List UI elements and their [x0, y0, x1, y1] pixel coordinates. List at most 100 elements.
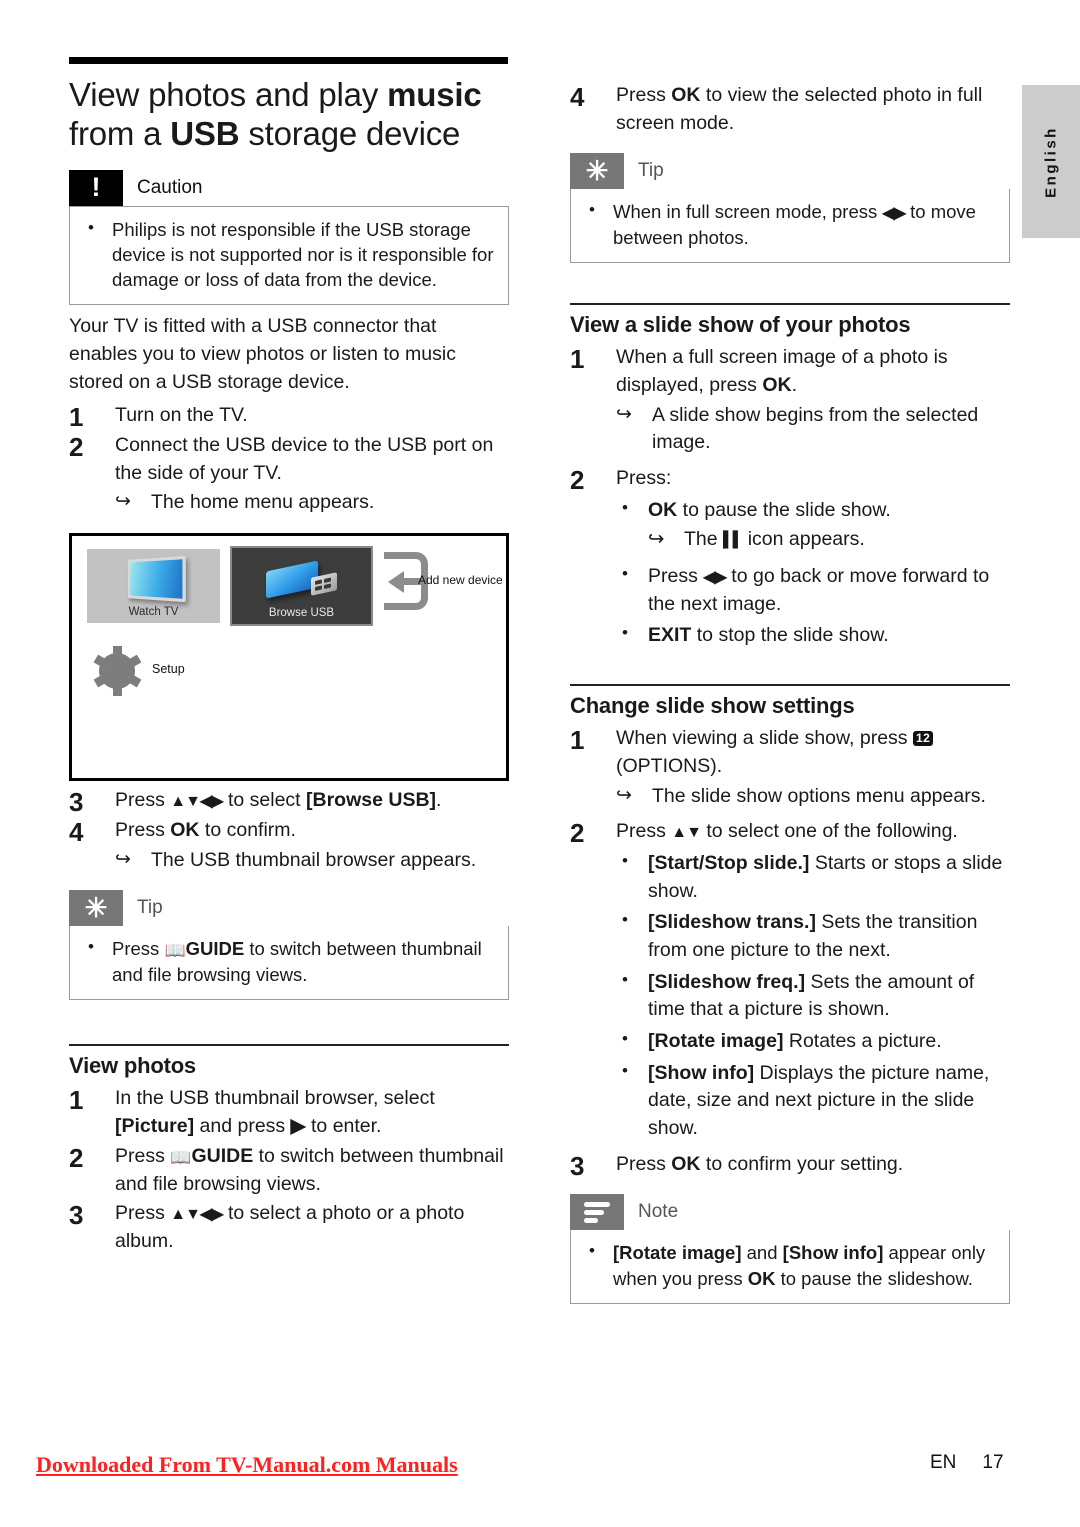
asterisk-icon: ✳	[570, 153, 624, 190]
caution-bullet: • Philips is not responsible if the USB …	[84, 217, 494, 292]
guide-book-icon: 📖	[170, 1147, 192, 1167]
add-new-device-label: Add new device	[418, 573, 503, 588]
step-number: 2	[69, 1142, 84, 1173]
step-text: Press	[115, 818, 171, 841]
step-text: Press	[115, 1144, 171, 1167]
tip-usb-header: ✳ Tip	[69, 890, 509, 927]
language-side-tab: English	[1022, 85, 1080, 238]
bullet-dot-icon: •	[589, 200, 595, 220]
note-body: • [Rotate image] and [Show info] appear …	[570, 1230, 1010, 1304]
step-text: Press	[115, 1202, 171, 1225]
title-part-3: from a	[69, 114, 171, 152]
tip-fullscreen-callout: ✳ Tip • When in full screen mode, press …	[570, 153, 1010, 264]
bullet-dot-icon: •	[622, 1060, 628, 1080]
title-part-4: USB	[170, 114, 240, 152]
language-label: English	[1042, 125, 1060, 198]
add-new-device-item: Add new device	[384, 552, 506, 614]
option-item: • [Rotate image] Rotates a picture.	[616, 1028, 1010, 1056]
view-photos-step-1: 1 In the USB thumbnail browser, select […	[69, 1085, 509, 1140]
step-text: Press	[616, 84, 672, 106]
view-photos-heading: View photos	[69, 1053, 196, 1079]
option-item: • [Start/Stop slide.] Starts or stops a …	[616, 850, 1010, 905]
menu-target: [Picture]	[115, 1115, 195, 1138]
view-photos-section: View photos 1 In the USB thumbnail brows…	[69, 1044, 509, 1255]
slideshow-step-1-result: ↪ A slide show begins from the selected …	[616, 402, 1010, 457]
guide-key: GUIDE	[191, 1144, 254, 1167]
step-number: 2	[69, 432, 84, 463]
setup-label: Setup	[152, 662, 185, 677]
note-header: Note	[570, 1194, 1010, 1231]
usb-step-4: 4 Press OK to confirm. ↪ The USB thumbna…	[69, 817, 509, 874]
step-text: Press	[616, 1152, 672, 1175]
result-arrow-icon: ↪	[115, 491, 131, 513]
caution-header: ! Caution	[69, 169, 509, 206]
option-term: [Show info]	[648, 1061, 755, 1084]
gear-icon	[93, 646, 142, 697]
section-rule	[570, 303, 1010, 306]
option-desc: Rotates a picture.	[783, 1030, 942, 1053]
usb-step-2-result: ↪ The home menu appears.	[115, 489, 509, 517]
bullet-dot-icon: •	[589, 1241, 595, 1261]
right-arrow-key: ▶	[290, 1115, 306, 1138]
download-watermark-link[interactable]: Downloaded From TV-Manual.com Manuals	[36, 1452, 458, 1478]
direction-keys-icon: ▲▼◀▶	[170, 793, 223, 811]
title-part-5: storage device	[239, 114, 461, 152]
option-term: [Slideshow trans.]	[648, 911, 816, 934]
step-number: 1	[570, 344, 585, 375]
section-rule	[69, 1044, 509, 1047]
left-right-keys-icon: ◀▶	[703, 569, 727, 587]
caution-body: • Philips is not responsible if the USB …	[69, 205, 509, 306]
ok-key: OK	[671, 1152, 701, 1175]
step-text: In the USB thumbnail browser, select	[115, 1087, 435, 1110]
pause-icon-result: ↪ The ▌▌ icon appears.	[648, 526, 1010, 554]
usb-step-1: 1 Turn on the TV.	[69, 402, 509, 432]
slideshow-heading: View a slide show of your photos	[570, 312, 911, 338]
option-term: [Slideshow freq.]	[648, 970, 806, 993]
step-number: 4	[570, 82, 585, 112]
setup-item: Setup	[93, 646, 274, 700]
page-title: View photos and play music from a USB st…	[69, 76, 509, 154]
step-text: Turn on the TV.	[115, 404, 248, 427]
guide-book-icon: 📖	[164, 941, 186, 961]
result-arrow-icon: ↪	[616, 403, 632, 425]
ok-key: OK	[648, 498, 678, 521]
result-text: The USB thumbnail browser appears.	[151, 848, 477, 871]
tip-fullscreen-bullet: • When in full screen mode, press ◀▶ to …	[589, 200, 976, 249]
result-text: The slide show options menu appears.	[652, 784, 986, 807]
step-number: 2	[570, 465, 585, 496]
ok-key: OK	[747, 1267, 776, 1289]
slideshow-step-2: 2 Press: • OK to pause the slide show. ↪…	[570, 465, 1010, 650]
right-step-4: 4 Press OK to view the selected photo in…	[570, 82, 1010, 137]
page-footer: EN 17	[930, 1452, 1004, 1474]
step-text: Press:	[616, 467, 672, 490]
options-key-icon: 12	[912, 731, 934, 746]
settings-step-3: 3 Press OK to confirm your setting.	[570, 1151, 1010, 1181]
footer-page-number: 17	[982, 1452, 1004, 1473]
tv-home-menu-figure: Watch TV Browse USB Add new device Setup	[69, 533, 509, 782]
result-arrow-icon: ↪	[115, 848, 131, 870]
result-text: A slide show begins from the selected im…	[652, 403, 979, 454]
caution-label: Caution	[137, 176, 203, 198]
view-photos-step-2: 2 Press 📖GUIDE to switch between thumbna…	[69, 1143, 509, 1198]
tip-usb-body: • Press 📖GUIDE to switch between thumbna…	[69, 926, 509, 1001]
tile-watch-tv-label: Watch TV	[128, 606, 179, 619]
usb-stick-icon	[266, 560, 344, 604]
tip-fullscreen-label: Tip	[638, 160, 664, 182]
view-photos-step-3: 3 Press ▲▼◀▶ to select a photo or a phot…	[69, 1200, 509, 1255]
caution-bullet-text: Philips is not responsible if the USB st…	[112, 218, 494, 291]
note-bullet: • [Rotate image] and [Show info] appear …	[589, 1241, 986, 1289]
pause-icon: ▌▌	[723, 531, 743, 549]
intro-paragraph: Your TV is fitted with a USB connector t…	[69, 315, 456, 393]
note-term-2: [Show info]	[782, 1242, 884, 1264]
step-number: 3	[570, 1150, 585, 1181]
ok-key: OK	[762, 373, 792, 396]
tip-usb-callout: ✳ Tip • Press 📖GUIDE to switch between t…	[69, 890, 509, 1001]
option-item: • [Slideshow trans.] Sets the transition…	[616, 909, 1010, 964]
result-arrow-icon: ↪	[616, 784, 632, 806]
caution-callout: ! Caution • Philips is not responsible i…	[69, 169, 509, 306]
guide-key: GUIDE	[185, 938, 245, 960]
settings-section: Change slide show settings 1 When viewin…	[570, 684, 1010, 1181]
title-part-1: View photos and play	[69, 76, 388, 113]
ok-key: OK	[170, 818, 200, 841]
note-lines-icon	[570, 1194, 624, 1231]
